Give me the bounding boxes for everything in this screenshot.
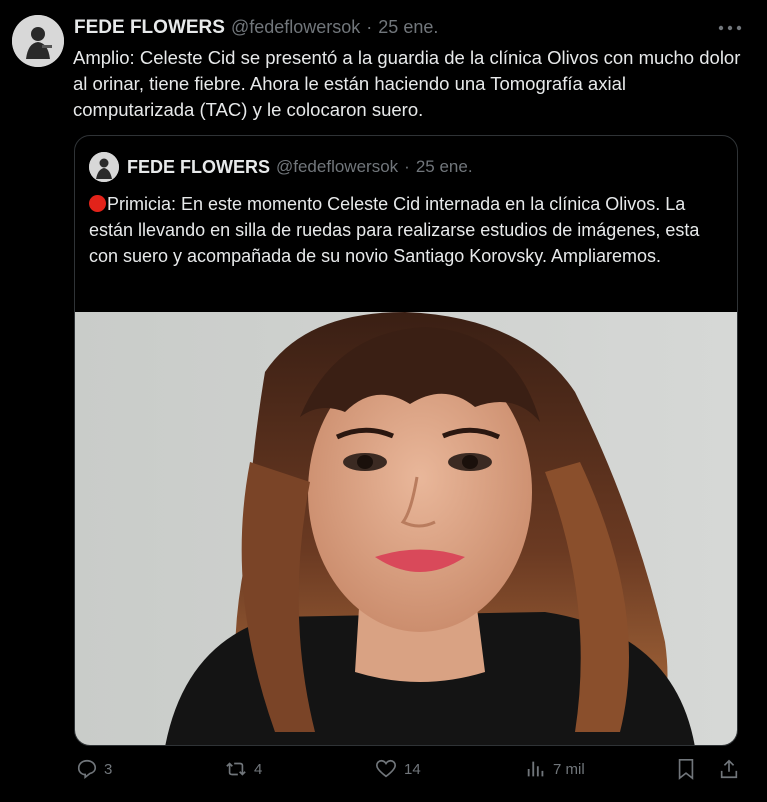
quote-text: Primicia: En este momento Celeste Cid in… (89, 194, 700, 266)
reply-count: 3 (104, 760, 113, 778)
red-circle-icon (89, 195, 106, 212)
quote-header: FEDE FLOWERS @fedeflowersok · 25 ene. (89, 152, 473, 182)
action-bar: 3 4 14 7 mil (0, 758, 767, 792)
repost-icon (226, 762, 246, 776)
bookmark-button[interactable] (676, 758, 696, 780)
author-name[interactable]: FEDE FLOWERS (74, 17, 225, 39)
reply-icon (77, 759, 97, 779)
heart-icon (376, 759, 396, 778)
quote-meta-separator: · (404, 157, 410, 176)
quote-avatar (89, 152, 119, 182)
tweet-date[interactable]: 25 ene. (378, 17, 438, 38)
repost-button[interactable]: 4 (224, 758, 262, 780)
quote-date: 25 ene. (415, 157, 473, 176)
meta-separator: · (366, 17, 373, 37)
more-options-icon[interactable] (717, 20, 743, 31)
repost-count: 4 (254, 760, 263, 778)
quote-photo[interactable] (75, 312, 737, 745)
like-count: 14 (404, 760, 421, 778)
views-button[interactable]: 7 mil (525, 758, 585, 780)
reply-button[interactable]: 3 (76, 758, 112, 780)
quote-author-name: FEDE FLOWERS (127, 156, 270, 177)
share-button[interactable] (718, 758, 740, 780)
author-handle[interactable]: @fedeflowersok (231, 17, 360, 38)
like-button[interactable]: 14 (374, 758, 421, 780)
quoted-tweet[interactable]: FEDE FLOWERS @fedeflowersok · 25 ene. Pr… (74, 135, 738, 746)
bookmark-icon (678, 759, 694, 780)
views-count: 7 mil (553, 760, 585, 778)
share-icon (720, 759, 738, 779)
views-chart-icon (527, 761, 544, 777)
quote-text-block: Primicia: En este momento Celeste Cid in… (89, 191, 729, 269)
tweet-header: FEDE FLOWERS @fedeflowersok · 25 ene. (74, 17, 747, 43)
tweet-text: Amplio: Celeste Cid se presentó a la gua… (73, 47, 741, 120)
quote-author-handle: @fedeflowersok (276, 157, 399, 176)
avatar[interactable] (12, 15, 64, 67)
